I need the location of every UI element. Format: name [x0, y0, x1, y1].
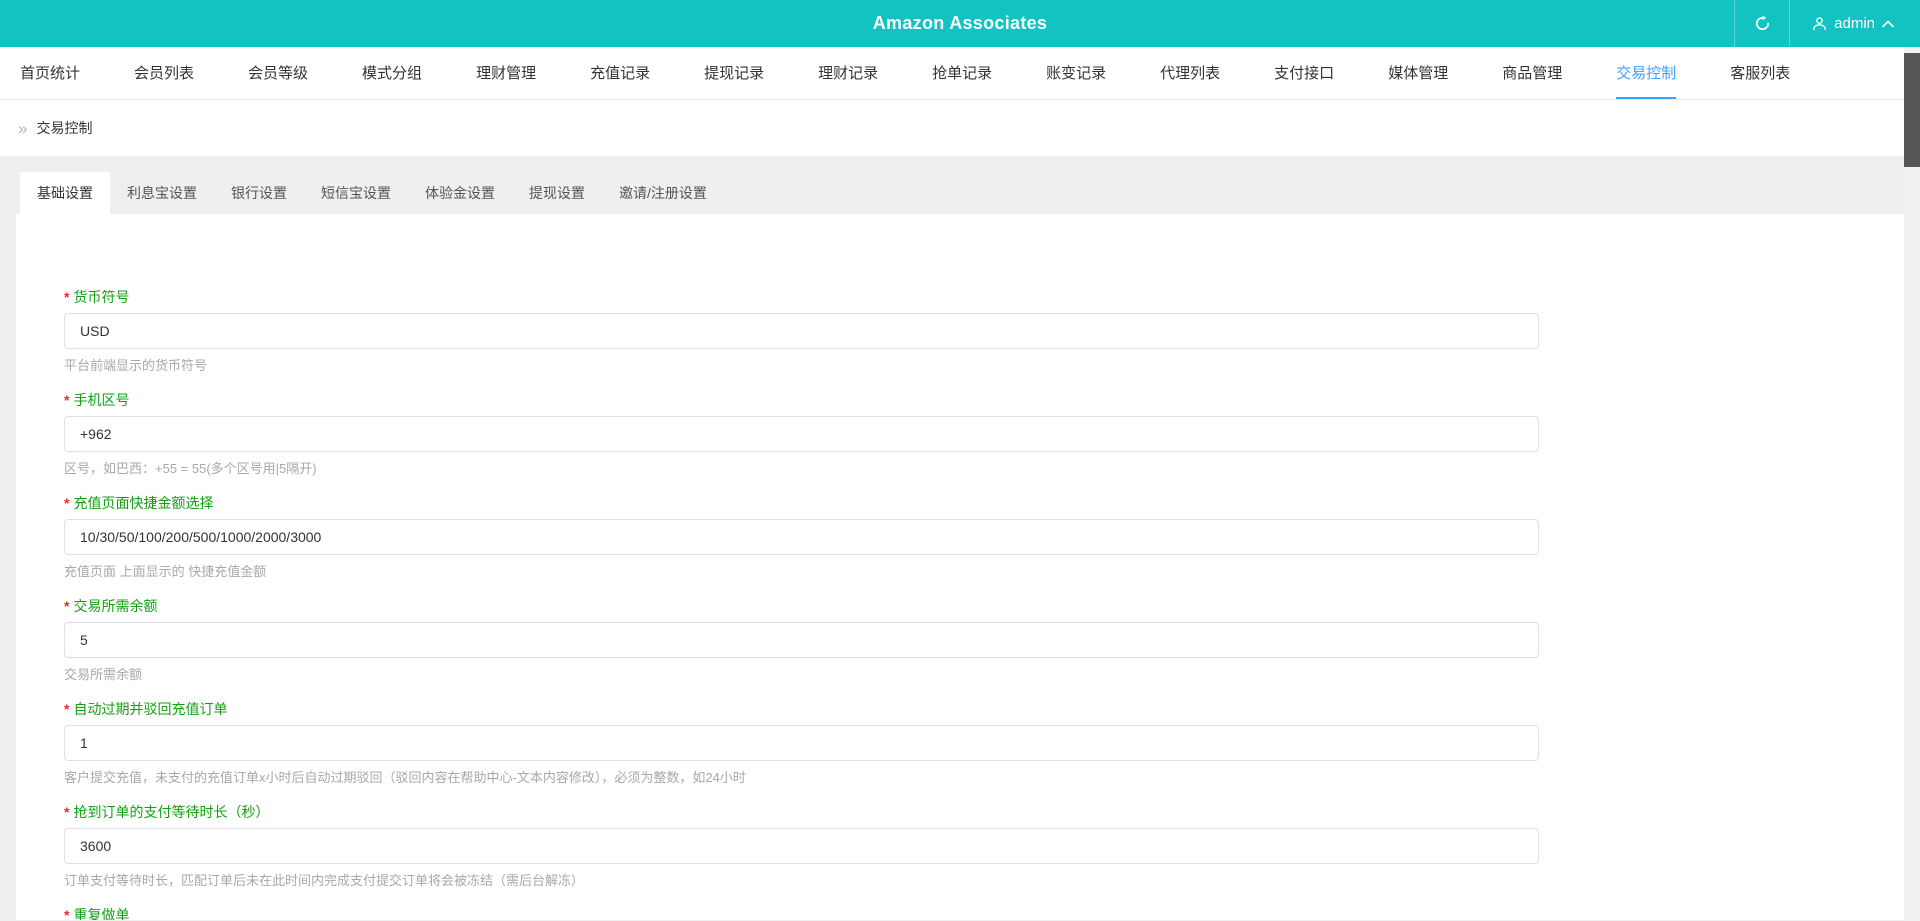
field-currency-symbol: *货币符号 平台前端显示的货币符号 [64, 288, 1856, 375]
field-hint: 交易所需余额 [64, 666, 1856, 684]
app-header: Amazon Associates admin [0, 0, 1920, 47]
user-menu[interactable]: admin [1790, 0, 1900, 47]
required-balance-input[interactable] [64, 622, 1539, 658]
nav-item-home-stats[interactable]: 首页统计 [20, 47, 80, 99]
phone-area-code-input[interactable] [64, 416, 1539, 452]
field-repeat-order: *重复做单 [64, 906, 1856, 920]
required-marker: * [64, 701, 69, 717]
breadcrumb-chevrons-icon: » [18, 120, 27, 137]
required-marker: * [64, 289, 69, 305]
nav-item-balance-record[interactable]: 账变记录 [1046, 47, 1106, 99]
app-title: Amazon Associates [0, 13, 1920, 34]
field-label: *抢到订单的支付等待时长（秒） [64, 803, 1856, 822]
auto-expire-order-input[interactable] [64, 725, 1539, 761]
user-icon [1812, 16, 1827, 31]
nav-item-product-manage[interactable]: 商品管理 [1502, 47, 1562, 99]
tab-invite-register-settings[interactable]: 邀请/注册设置 [602, 172, 724, 214]
refresh-button[interactable] [1734, 0, 1790, 47]
scrollbar-thumb[interactable] [1904, 53, 1920, 167]
settings-tabs: 基础设置 利息宝设置 银行设置 短信宝设置 体验金设置 提现设置 邀请/注册设置 [0, 156, 1920, 214]
pay-wait-seconds-input[interactable] [64, 828, 1539, 864]
field-hint: 平台前端显示的货币符号 [64, 357, 1856, 375]
required-marker: * [64, 598, 69, 614]
chevron-up-icon [1882, 20, 1894, 28]
nav-item-agent-list[interactable]: 代理列表 [1160, 47, 1220, 99]
field-label: *货币符号 [64, 288, 1856, 307]
required-marker: * [64, 804, 69, 820]
vertical-scrollbar[interactable] [1904, 47, 1920, 921]
tab-basic-settings[interactable]: 基础设置 [20, 172, 110, 214]
nav-item-withdraw-record[interactable]: 提现记录 [704, 47, 764, 99]
nav-item-finance-manage[interactable]: 理财管理 [476, 47, 536, 99]
refresh-icon [1754, 15, 1771, 32]
nav-item-pay-interface[interactable]: 支付接口 [1274, 47, 1334, 99]
field-quick-amounts: *充值页面快捷金额选择 充值页面 上面显示的 快捷充值金额 [64, 494, 1856, 581]
nav-item-trade-control[interactable]: 交易控制 [1616, 47, 1676, 99]
tab-trial-fund-settings[interactable]: 体验金设置 [408, 172, 512, 214]
user-name: admin [1834, 15, 1875, 32]
tab-interest-settings[interactable]: 利息宝设置 [110, 172, 214, 214]
required-marker: * [64, 392, 69, 408]
quick-amounts-input[interactable] [64, 519, 1539, 555]
breadcrumb: » 交易控制 [0, 100, 1920, 156]
nav-item-service-list[interactable]: 客服列表 [1730, 47, 1790, 99]
nav-item-mode-group[interactable]: 模式分组 [362, 47, 422, 99]
nav-item-media-manage[interactable]: 媒体管理 [1388, 47, 1448, 99]
tab-bank-settings[interactable]: 银行设置 [214, 172, 304, 214]
field-hint: 充值页面 上面显示的 快捷充值金额 [64, 563, 1856, 581]
field-required-balance: *交易所需余额 交易所需余额 [64, 597, 1856, 684]
field-pay-wait-seconds: *抢到订单的支付等待时长（秒） 订单支付等待时长，匹配订单后未在此时间内完成支付… [64, 803, 1856, 890]
basic-settings-form: *货币符号 平台前端显示的货币符号 *手机区号 区号，如巴西：+55 = 55(… [16, 214, 1904, 920]
field-auto-expire-order: *自动过期并驳回充值订单 客户提交充值，未支付的充值订单x小时后自动过期驳回（驳… [64, 700, 1856, 787]
tab-withdraw-settings[interactable]: 提现设置 [512, 172, 602, 214]
field-label: *重复做单 [64, 906, 1856, 920]
nav-item-member-list[interactable]: 会员列表 [134, 47, 194, 99]
main-nav: 首页统计 会员列表 会员等级 模式分组 理财管理 充值记录 提现记录 理财记录 … [0, 47, 1920, 100]
field-label: *交易所需余额 [64, 597, 1856, 616]
nav-item-order-record[interactable]: 抢单记录 [932, 47, 992, 99]
nav-item-member-level[interactable]: 会员等级 [248, 47, 308, 99]
field-label: *充值页面快捷金额选择 [64, 494, 1856, 513]
field-hint: 区号，如巴西：+55 = 55(多个区号用|5隔开) [64, 460, 1856, 478]
required-marker: * [64, 907, 69, 920]
tab-sms-settings[interactable]: 短信宝设置 [304, 172, 408, 214]
field-phone-area-code: *手机区号 区号，如巴西：+55 = 55(多个区号用|5隔开) [64, 391, 1856, 478]
field-label: *自动过期并驳回充值订单 [64, 700, 1856, 719]
field-hint: 订单支付等待时长，匹配订单后未在此时间内完成支付提交订单将会被冻结（需后台解冻） [64, 872, 1856, 890]
nav-item-finance-record[interactable]: 理财记录 [818, 47, 878, 99]
breadcrumb-label: 交易控制 [36, 118, 92, 138]
required-marker: * [64, 495, 69, 511]
nav-item-recharge-record[interactable]: 充值记录 [590, 47, 650, 99]
field-label: *手机区号 [64, 391, 1856, 410]
currency-symbol-input[interactable] [64, 313, 1539, 349]
field-hint: 客户提交充值，未支付的充值订单x小时后自动过期驳回（驳回内容在帮助中心-文本内容… [64, 769, 1856, 787]
header-actions: admin [1734, 0, 1900, 47]
